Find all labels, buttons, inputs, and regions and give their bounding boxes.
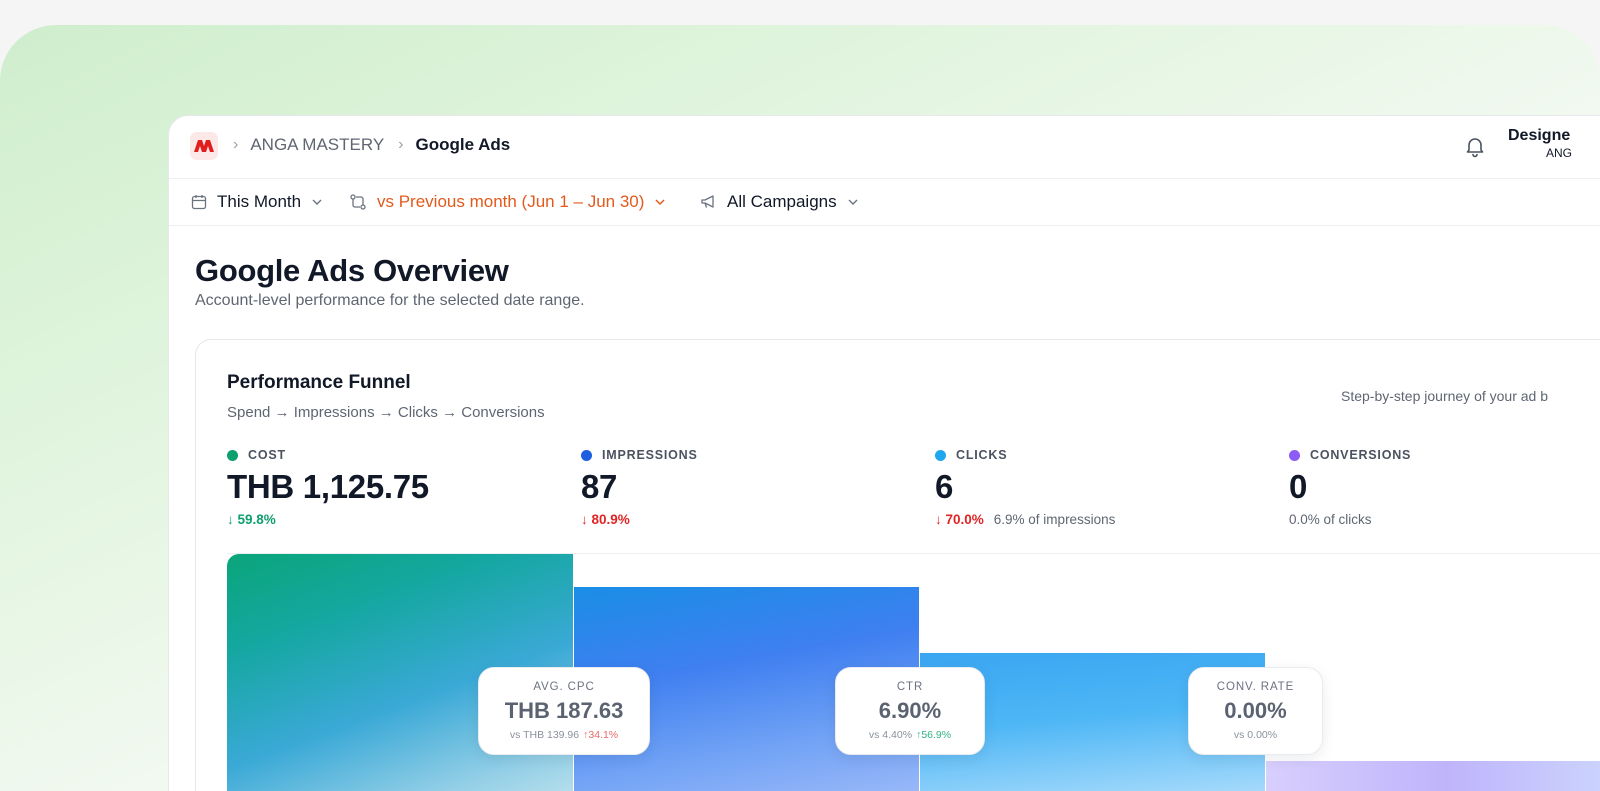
campaign-label: All Campaigns	[727, 192, 837, 211]
kpi-label: CONV. RATE	[1216, 681, 1295, 693]
calendar-icon	[191, 195, 207, 210]
logo-icon	[194, 140, 214, 152]
metric-delta: ↓ 80.9%	[581, 512, 630, 527]
metric-label: COST	[248, 448, 286, 462]
comparison-filter[interactable]: vs Previous month (Jun 1 – Jun 30)	[349, 192, 666, 212]
kpi-label: CTR	[896, 681, 924, 693]
metric-value: 87	[581, 468, 618, 505]
user-menu[interactable]: Designe ANG	[1508, 127, 1572, 160]
app-window: › ANGA MASTERY › Google Ads Designe ANG …	[168, 115, 1600, 791]
kpi-ctr: CTR 6.90% vs 4.40% ↑56.9%	[835, 667, 985, 755]
clicks-dot	[935, 449, 946, 461]
kpi-avg-cpc: AVG. CPC THB 187.63 vs THB 139.96 ↑34.1%	[478, 667, 650, 755]
funnel-subtitle: Spend → Impressions → Clicks → Conversio…	[227, 404, 545, 421]
chevron-down-icon	[312, 199, 322, 205]
chevron-right-icon: ›	[233, 136, 239, 153]
page-title: Google Ads Overview	[195, 253, 509, 288]
kpi-value: THB 187.63	[504, 698, 624, 723]
metric-label: IMPRESSIONS	[602, 448, 698, 462]
kpi-label: AVG. CPC	[533, 681, 595, 693]
kpi-change: ↑56.9%	[916, 729, 952, 741]
chevron-down-icon	[848, 199, 858, 205]
top-bar: › ANGA MASTERY › Google Ads Designe ANG	[169, 116, 1600, 179]
filter-bar: This Month vs Previous month (Jun 1 – Ju…	[169, 179, 1600, 226]
metric-delta: ↓ 70.0%	[935, 512, 984, 527]
campaign-filter[interactable]: All Campaigns	[700, 192, 859, 212]
kpi-value: 0.00%	[1224, 698, 1287, 723]
cost-dot	[227, 449, 238, 461]
period-label: This Month	[217, 192, 302, 211]
metric-note: 6.9% of impressions	[993, 512, 1116, 527]
kpi-change: ↑34.1%	[583, 729, 619, 741]
conversions-dot	[1289, 449, 1300, 461]
metric-clicks: CLICKS 6 ↓ 70.0% 6.9% of impressions	[935, 448, 1115, 527]
kpi-compare: vs THB 139.96	[509, 729, 580, 741]
user-name: Designe	[1508, 127, 1571, 144]
metric-delta: ↓ 59.8%	[227, 512, 276, 527]
metric-note: 0.0% of clicks	[1289, 512, 1372, 527]
brand-logo[interactable]	[190, 132, 218, 160]
breadcrumb: › ANGA MASTERY › Google Ads	[233, 135, 510, 155]
metric-value: 6	[935, 468, 954, 505]
metric-conversions: CONVERSIONS 0 0.0% of clicks	[1289, 448, 1411, 527]
user-org: ANG	[1546, 146, 1573, 160]
megaphone-icon	[701, 195, 714, 208]
breadcrumb-org[interactable]: ANGA MASTERY	[250, 135, 384, 155]
funnel-bar-conversions	[1266, 761, 1600, 791]
bell-icon[interactable]	[1463, 134, 1487, 158]
kpi-conv-rate: CONV. RATE 0.00% vs 0.00%	[1188, 667, 1323, 755]
funnel-title: Performance Funnel	[227, 372, 411, 393]
metric-impressions: IMPRESSIONS 87 ↓ 80.9%	[581, 448, 698, 527]
metric-value: 0	[1289, 468, 1308, 505]
kpi-compare: vs 0.00%	[1233, 729, 1278, 741]
metric-label: CLICKS	[956, 448, 1008, 462]
performance-funnel-card: Performance Funnel Spend → Impressions →…	[195, 339, 1600, 791]
funnel-note: Step-by-step journey of your ad b	[1341, 388, 1549, 404]
metric-cost: COST THB 1,125.75 ↓ 59.8%	[227, 448, 429, 527]
breadcrumb-current: Google Ads	[415, 135, 511, 154]
impressions-dot	[581, 449, 592, 461]
chevron-down-icon	[655, 199, 665, 206]
metric-label: CONVERSIONS	[1310, 448, 1412, 462]
comparison-label: vs Previous month (Jun 1 – Jun 30)	[377, 192, 645, 211]
period-filter[interactable]: This Month	[191, 192, 323, 212]
kpi-value: 6.90%	[878, 698, 942, 723]
kpi-compare: vs 4.40%	[868, 729, 913, 741]
metric-value: THB 1,125.75	[227, 468, 429, 505]
chevron-right-icon: ›	[398, 136, 404, 153]
page-subtitle: Account-level performance for the select…	[195, 292, 585, 309]
compare-icon	[350, 194, 366, 210]
